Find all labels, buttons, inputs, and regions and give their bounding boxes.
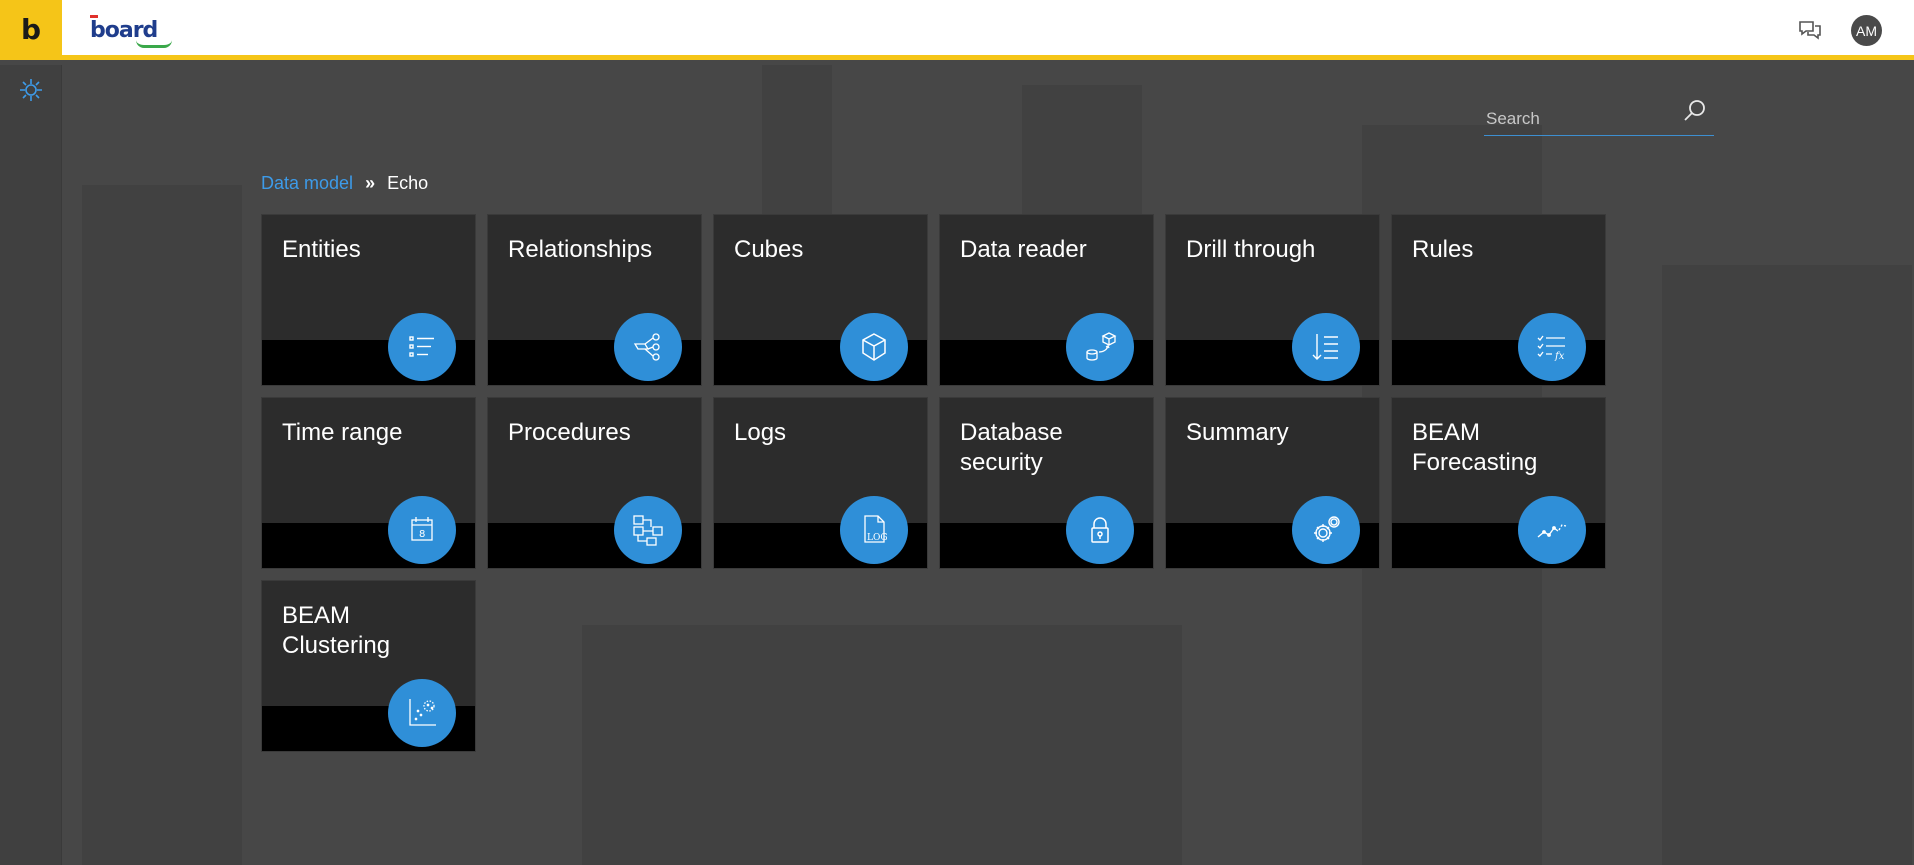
top-bar: b board AM [0, 0, 1914, 60]
logo-letter: b [20, 13, 42, 46]
tile-label: Procedures [508, 419, 631, 446]
tile-summary[interactable]: Summary [1165, 397, 1380, 569]
search-input[interactable] [1486, 106, 1676, 132]
fx-text: fx [1554, 351, 1565, 362]
tile-beam-forecasting[interactable]: BEAM Forecasting [1391, 397, 1606, 569]
breadcrumb-separator: » [365, 173, 376, 193]
tile-label: Drill through [1186, 236, 1316, 263]
tile-drill-through[interactable]: Drill through [1165, 214, 1380, 386]
tile-procedures[interactable]: Procedures [487, 397, 702, 569]
avatar[interactable]: AM [1851, 15, 1882, 46]
tile-beam-clustering[interactable]: BEAM Clustering [261, 580, 476, 752]
app-logo[interactable]: b [0, 0, 62, 60]
tile-label: BEAM Clustering [282, 602, 391, 659]
log-file-icon: LOG [840, 496, 908, 564]
tile-rules[interactable]: Rules fx [1391, 214, 1606, 386]
calendar-icon: 8 [388, 496, 456, 564]
scatter-cluster-icon [388, 679, 456, 747]
tile-cubes[interactable]: Cubes [713, 214, 928, 386]
database-transfer-icon [1066, 313, 1134, 381]
data-model-nav-icon[interactable] [18, 77, 44, 103]
brand-stripe [90, 15, 98, 18]
tile-grid: Entities Relationships Cubes Data reader… [261, 214, 1606, 752]
search-icon[interactable] [1682, 98, 1708, 124]
flowchart-icon [614, 496, 682, 564]
tile-label: Time range [282, 419, 403, 446]
calendar-day-text: 8 [419, 529, 425, 540]
tile-logs[interactable]: Logs LOG [713, 397, 928, 569]
tile-label: Logs [734, 419, 787, 446]
tile-time-range[interactable]: Time range 8 [261, 397, 476, 569]
list-icon [388, 313, 456, 381]
hierarchy-icon [614, 313, 682, 381]
padlock-icon [1066, 496, 1134, 564]
breadcrumb: Data model » Echo [261, 173, 428, 194]
gears-icon [1292, 496, 1360, 564]
rules-fx-icon: fx [1518, 313, 1586, 381]
trend-line-icon [1518, 496, 1586, 564]
breadcrumb-data-model[interactable]: Data model [261, 173, 353, 194]
log-text: LOG [867, 533, 888, 543]
tile-relationships[interactable]: Relationships [487, 214, 702, 386]
left-rail [0, 65, 62, 865]
tile-label: Relationships [508, 236, 653, 263]
tile-label: Entities [282, 236, 361, 263]
drill-down-icon [1292, 313, 1360, 381]
brand-logo: board [90, 15, 172, 48]
breadcrumb-current: Echo [387, 173, 429, 193]
tile-database-security[interactable]: Database security [939, 397, 1154, 569]
brand-swoosh [136, 40, 172, 48]
tile-label: Rules [1412, 236, 1474, 263]
tile-label: Cubes [734, 236, 804, 263]
tile-entities[interactable]: Entities [261, 214, 476, 386]
tile-label: Database security [960, 419, 1063, 476]
tile-label: BEAM Forecasting [1412, 419, 1538, 476]
tile-data-reader[interactable]: Data reader [939, 214, 1154, 386]
tile-label: Summary [1186, 419, 1289, 446]
tile-label: Data reader [960, 236, 1087, 263]
search-box [1484, 96, 1714, 136]
chat-icon[interactable] [1797, 18, 1823, 42]
cube-icon [840, 313, 908, 381]
